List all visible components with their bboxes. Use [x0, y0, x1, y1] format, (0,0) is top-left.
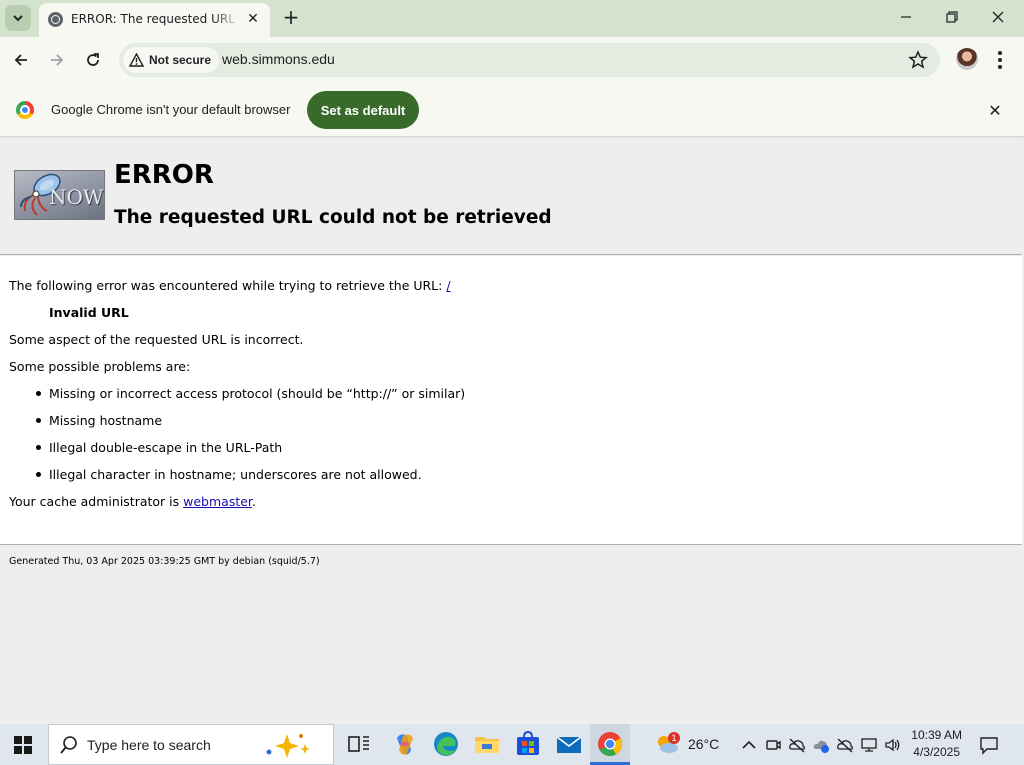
security-label: Not secure [149, 53, 212, 67]
list-item: Missing or incorrect access protocol (sh… [49, 386, 466, 401]
globe-icon [48, 12, 63, 27]
bullet-icon [36, 472, 41, 477]
address-bar[interactable]: Not secure web.simmons.edu [119, 43, 940, 77]
browser-toolbar: Not secure web.simmons.edu [0, 37, 1024, 83]
title-bar: ERROR: The requested URL could not be re… [0, 0, 1024, 37]
restore-button[interactable] [929, 0, 975, 34]
page-title: ERROR [114, 160, 214, 190]
onedrive-offline-icon[interactable] [788, 736, 806, 754]
error-description: Some aspect of the requested URL is inco… [9, 332, 304, 347]
volume-icon[interactable] [884, 736, 902, 754]
squid-logo: NOW [14, 170, 105, 220]
clock-date[interactable]: 4/3/2025 [910, 745, 960, 759]
search-icon [60, 736, 77, 754]
restore-icon [946, 11, 958, 23]
weather-badge: 1 [668, 732, 680, 744]
network-icon[interactable] [860, 736, 878, 754]
taskbar: Type here to search 1 26°C 10:39 AM 4/3/… [0, 724, 1024, 765]
intro-text: The following error was encountered whil… [9, 278, 443, 293]
reload-icon [87, 53, 99, 66]
clock-time[interactable]: 10:39 AM [910, 728, 962, 742]
tab-title: ERROR: The requested URL could not be re… [71, 12, 239, 26]
chevron-down-icon [13, 15, 23, 22]
start-button[interactable] [0, 724, 46, 765]
browser-tab[interactable]: ERROR: The requested URL could not be re… [39, 3, 270, 37]
url-text[interactable]: web.simmons.edu [222, 51, 335, 67]
security-chip[interactable]: Not secure [123, 47, 220, 73]
chrome-taskbar-button[interactable] [590, 724, 630, 765]
new-tab-button[interactable]: + [280, 6, 302, 28]
tab-search-button[interactable] [5, 5, 31, 31]
close-window-button[interactable] [975, 0, 1021, 34]
generated-footer: Generated Thu, 03 Apr 2025 03:39:25 GMT … [9, 556, 320, 567]
warning-icon [129, 53, 144, 67]
cloud-offline-icon[interactable] [836, 736, 854, 754]
list-item: Missing hostname [49, 413, 163, 428]
webmaster-link[interactable]: webmaster [183, 494, 252, 509]
chevron-up-icon[interactable] [740, 736, 758, 754]
copilot-icon[interactable] [391, 730, 419, 758]
onedrive-icon[interactable] [812, 736, 830, 754]
error-header: NOW ERROR The requested URL could not be… [0, 138, 1022, 255]
arrow-left-icon [14, 54, 27, 66]
minimize-icon [901, 16, 911, 18]
notification-icon[interactable] [979, 735, 999, 755]
bullet-icon [36, 445, 41, 450]
chrome-icon [598, 732, 623, 757]
admin-text: Your cache administrator is [9, 494, 180, 509]
requested-url-link[interactable]: / [446, 278, 450, 293]
list-item: Illegal character in hostname; underscor… [49, 467, 422, 482]
tab-close-icon[interactable]: ✕ [244, 10, 262, 28]
edge-icon[interactable] [432, 730, 460, 758]
close-icon [992, 11, 1004, 23]
default-browser-infobar: Google Chrome isn't your default browser… [0, 83, 1024, 137]
admin-suffix: . [251, 494, 256, 509]
bullet-icon [36, 391, 41, 396]
store-icon[interactable] [514, 730, 542, 758]
star-icon[interactable] [908, 50, 928, 70]
bullet-icon [36, 418, 41, 423]
error-body: The following error was encountered whil… [0, 256, 1022, 545]
infobar-close-icon[interactable]: ✕ [986, 102, 1004, 120]
infobar-message: Google Chrome isn't your default browser [51, 102, 291, 117]
minimize-button[interactable] [883, 0, 929, 34]
windows-icon [14, 735, 32, 754]
page-subtitle: The requested URL could not be retrieved [114, 207, 552, 228]
weather-temperature[interactable]: 26°C [688, 736, 719, 752]
problems-intro: Some possible problems are: [9, 359, 191, 374]
arrow-right-icon [51, 54, 64, 66]
chrome-logo-icon [16, 101, 34, 119]
error-title: Invalid URL [49, 305, 129, 320]
logo-text: NOW [49, 185, 104, 209]
forward-button[interactable] [45, 48, 69, 72]
profile-avatar[interactable] [956, 48, 978, 70]
sparkle-icon [266, 734, 310, 758]
intro-line: The following error was encountered whil… [9, 278, 451, 293]
mail-icon[interactable] [555, 730, 583, 758]
set-as-default-button[interactable]: Set as default [307, 91, 419, 129]
taskbar-search[interactable]: Type here to search [48, 724, 334, 765]
more-options-icon[interactable] [990, 48, 1010, 72]
file-explorer-icon[interactable] [473, 730, 501, 758]
search-placeholder: Type here to search [87, 737, 211, 753]
admin-line: Your cache administrator is webmaster. [9, 494, 256, 509]
reload-button[interactable] [81, 48, 105, 72]
page-content: NOW ERROR The requested URL could not be… [0, 138, 1024, 724]
meet-now-icon[interactable] [764, 736, 782, 754]
task-view-icon[interactable] [345, 730, 373, 758]
list-item: Illegal double-escape in the URL-Path [49, 440, 283, 455]
back-button[interactable] [9, 48, 33, 72]
